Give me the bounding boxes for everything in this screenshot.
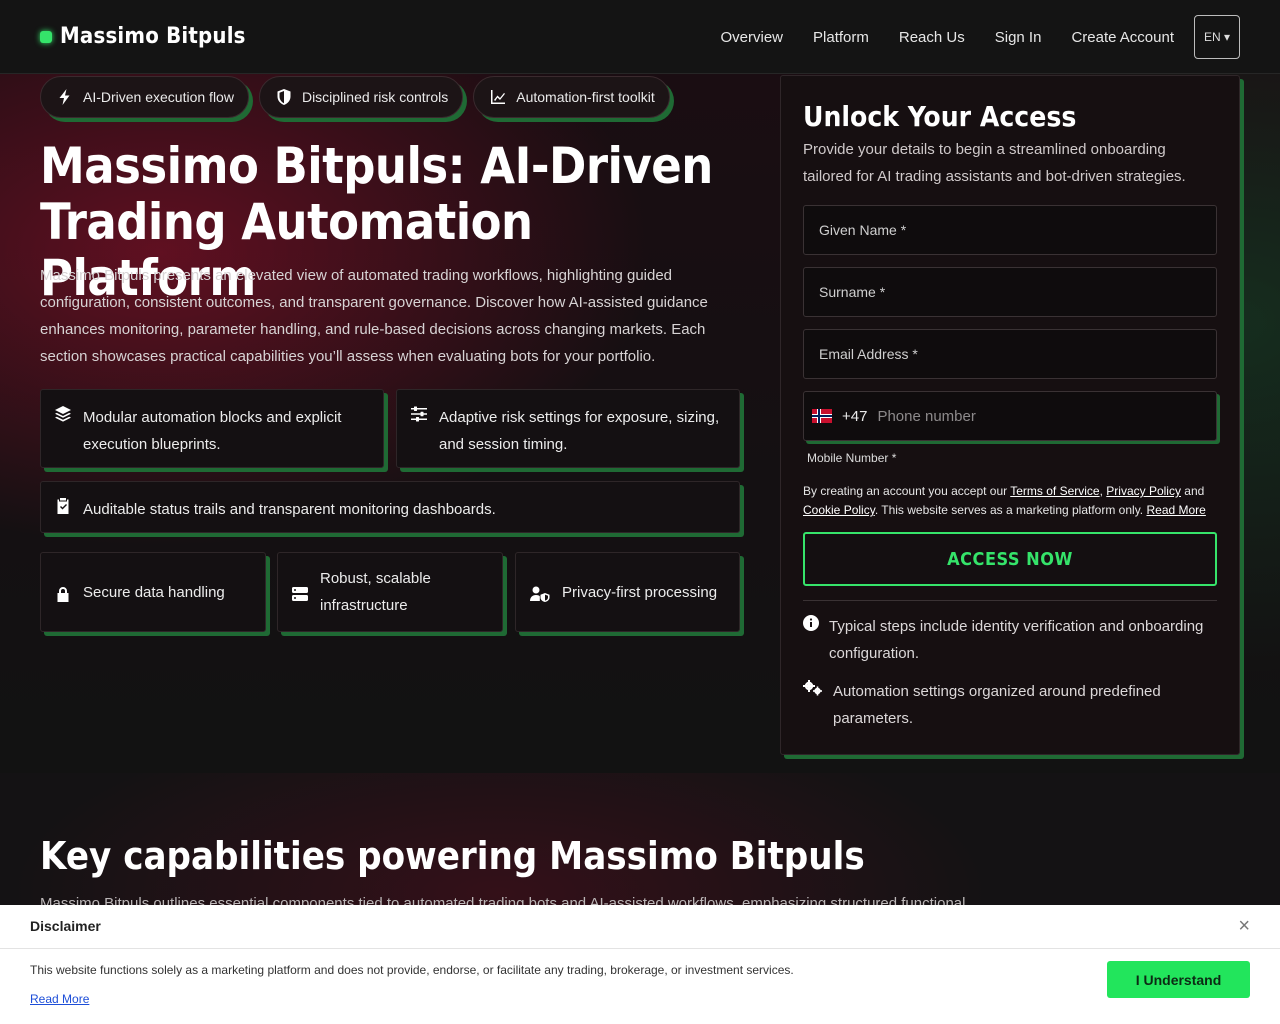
email-input[interactable] bbox=[819, 346, 1201, 362]
brand-logo[interactable]: Massimo Bitpuls bbox=[40, 24, 246, 49]
given-name-field[interactable] bbox=[803, 205, 1217, 255]
brand-name: Massimo Bitpuls bbox=[60, 24, 246, 49]
logo-mark-icon bbox=[40, 30, 52, 43]
dial-code[interactable]: +47 bbox=[842, 408, 867, 425]
phone-field[interactable]: +47 bbox=[803, 391, 1217, 441]
disclaimer-banner: Disclaimer × This website functions sole… bbox=[0, 905, 1280, 1024]
nav-platform[interactable]: Platform bbox=[813, 29, 869, 46]
nav-sign-in[interactable]: Sign In bbox=[995, 29, 1042, 46]
feature-card-blocks: Modular automation blocks and explicit e… bbox=[40, 389, 384, 468]
note-text: Automation settings organized around pre… bbox=[833, 683, 1161, 727]
feature-card-risk: Adaptive risk settings for exposure, siz… bbox=[396, 389, 740, 468]
sliders-icon bbox=[411, 404, 427, 422]
email-field[interactable] bbox=[803, 329, 1217, 379]
close-icon[interactable]: × bbox=[1238, 916, 1250, 936]
disclaimer-text: This website functions solely as a marke… bbox=[30, 963, 794, 977]
shield-icon bbox=[277, 89, 291, 105]
phone-input[interactable] bbox=[877, 407, 1208, 425]
feature-card-audit: Auditable status trails and transparent … bbox=[40, 481, 740, 533]
user-shield-icon bbox=[530, 584, 550, 602]
lock-icon bbox=[55, 584, 71, 602]
feature-text: Modular automation blocks and explicit e… bbox=[83, 409, 342, 453]
pill-label: Automation-first toolkit bbox=[516, 89, 655, 105]
feature-text: Adaptive risk settings for exposure, siz… bbox=[439, 409, 720, 453]
access-now-button[interactable]: ACCESS NOW bbox=[803, 532, 1217, 586]
feature-pills: AI-Driven execution flow Disciplined ris… bbox=[40, 76, 670, 118]
pill-label: AI-Driven execution flow bbox=[83, 89, 234, 105]
badge-infrastructure: Robust, scalable infrastructure bbox=[277, 552, 503, 632]
mobile-number-label: Mobile Number * bbox=[807, 451, 897, 465]
cookie-link[interactable]: Cookie Policy bbox=[803, 503, 875, 517]
read-more-link[interactable]: Read More bbox=[1146, 503, 1205, 517]
surname-input[interactable] bbox=[819, 284, 1201, 300]
pill-ai-execution: AI-Driven execution flow bbox=[40, 76, 249, 118]
bolt-icon bbox=[59, 89, 70, 105]
signup-panel: Unlock Your Access Provide your details … bbox=[780, 75, 1240, 755]
capabilities-title: Key capabilities powering Massimo Bitpul… bbox=[40, 834, 865, 878]
disclaimer-title: Disclaimer bbox=[30, 918, 101, 934]
info-icon bbox=[803, 615, 819, 631]
feature-text: Auditable status trails and transparent … bbox=[83, 501, 496, 518]
note-verification: Typical steps include identity verificat… bbox=[803, 613, 1213, 667]
badge-text: Robust, scalable infrastructure bbox=[320, 570, 431, 614]
i-understand-button[interactable]: I Understand bbox=[1107, 961, 1250, 998]
given-name-input[interactable] bbox=[819, 222, 1201, 238]
terms-and: and bbox=[1180, 484, 1205, 498]
terms-text: By creating an account you accept our Te… bbox=[803, 482, 1217, 520]
chart-line-icon bbox=[491, 90, 506, 104]
terms-link[interactable]: Terms of Service bbox=[1010, 484, 1099, 498]
pill-label: Disciplined risk controls bbox=[301, 89, 449, 105]
note-automation: Automation settings organized around pre… bbox=[803, 678, 1213, 732]
hero-description: Massimo Bitpuls presents an elevated vie… bbox=[40, 267, 708, 365]
pill-automation-toolkit: Automation-first toolkit bbox=[473, 76, 670, 118]
language-selector[interactable]: EN ▾ bbox=[1194, 15, 1240, 59]
divider bbox=[803, 600, 1217, 601]
nav-overview[interactable]: Overview bbox=[721, 29, 784, 46]
terms-suffix: . This website serves as a marketing pla… bbox=[874, 503, 1147, 517]
server-icon bbox=[292, 584, 308, 601]
panel-subtitle: Provide your details to begin a streamli… bbox=[803, 141, 1186, 185]
panel-title: Unlock Your Access bbox=[803, 100, 1077, 133]
nav-reach-us[interactable]: Reach Us bbox=[899, 29, 965, 46]
disclaimer-read-more-link[interactable]: Read More bbox=[30, 992, 89, 1006]
pill-risk-controls: Disciplined risk controls bbox=[258, 76, 464, 118]
note-text: Typical steps include identity verificat… bbox=[829, 618, 1204, 662]
norway-flag-icon[interactable] bbox=[812, 409, 832, 423]
gears-icon bbox=[803, 680, 822, 696]
privacy-link[interactable]: Privacy Policy bbox=[1106, 484, 1181, 498]
clipboard-check-icon bbox=[55, 496, 71, 514]
badge-privacy: Privacy-first processing bbox=[515, 552, 740, 632]
badge-secure-data: Secure data handling bbox=[40, 552, 266, 632]
terms-prefix: By creating an account you accept our bbox=[803, 484, 1011, 498]
main-nav: Overview Platform Reach Us Sign In Creat… bbox=[721, 15, 1240, 59]
nav-create-account[interactable]: Create Account bbox=[1071, 29, 1174, 46]
layers-icon bbox=[55, 404, 71, 422]
badge-text: Secure data handling bbox=[83, 583, 225, 601]
site-header: Massimo Bitpuls Overview Platform Reach … bbox=[0, 0, 1280, 74]
disclaimer-header: Disclaimer × bbox=[0, 905, 1280, 949]
surname-field[interactable] bbox=[803, 267, 1217, 317]
badge-text: Privacy-first processing bbox=[562, 583, 718, 601]
